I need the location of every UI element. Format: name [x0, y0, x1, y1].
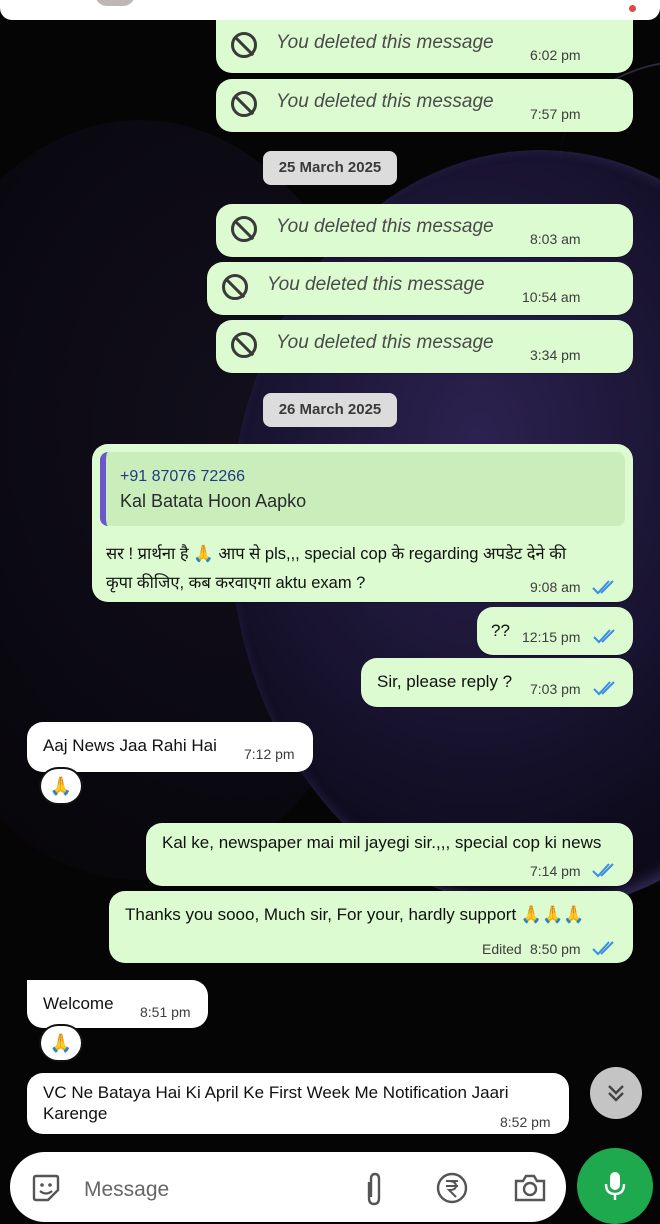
deleted-message-text: You deleted this message	[267, 274, 485, 295]
message-text: Kal ke, newspaper mai mil jayegi sir.,,,…	[162, 833, 602, 852]
deleted-message[interactable]: You deleted this message 10:54 am	[207, 262, 633, 315]
read-ticks-icon	[593, 680, 621, 696]
message-time: 8:03 am	[530, 231, 581, 247]
message-text-line: कृपा कीजिए, कब करवाएगा aktu exam ?	[106, 574, 366, 592]
read-ticks-icon	[592, 579, 620, 595]
message-time: 6:02 pm	[530, 47, 581, 63]
chat-header	[0, 0, 660, 20]
message-text: Welcome	[43, 994, 114, 1013]
outgoing-message[interactable]: Sir, please reply ? 7:03 pm	[361, 658, 633, 707]
message-time: 7:12 pm	[244, 746, 295, 762]
incoming-message[interactable]: Welcome 8:51 pm	[27, 980, 208, 1028]
blocked-icon	[231, 91, 257, 117]
quoted-text: Kal Batata Hoon Aapko	[120, 491, 307, 511]
edited-label: Edited	[482, 941, 522, 957]
deleted-message[interactable]: You deleted this message 8:03 am	[216, 204, 633, 257]
avatar[interactable]	[95, 0, 135, 6]
message-input[interactable]: Message	[84, 1178, 169, 1202]
message-time: 8:51 pm	[140, 1004, 191, 1020]
mic-icon	[603, 1170, 627, 1207]
camera-icon[interactable]	[513, 1172, 547, 1209]
read-ticks-icon	[593, 628, 621, 644]
reaction-badge[interactable]: 🙏	[41, 769, 81, 803]
outgoing-message[interactable]: Thanks you sooo, Much sir, For your, har…	[109, 891, 633, 963]
message-time: 7:03 pm	[530, 681, 581, 697]
message-time: 8:52 pm	[500, 1114, 551, 1130]
read-ticks-icon	[592, 862, 620, 878]
outgoing-message[interactable]: Kal ke, newspaper mai mil jayegi sir.,,,…	[146, 823, 633, 886]
date-separator: 26 March 2025	[263, 393, 397, 427]
deleted-message[interactable]: You deleted this message 3:34 pm	[216, 320, 633, 373]
message-text: Thanks you sooo, Much sir, For your, har…	[125, 905, 585, 924]
message-text-line: सर ! प्रार्थना है 🙏 आप से pls,,, special…	[106, 545, 567, 563]
message-text: Sir, please reply ?	[377, 672, 513, 691]
voice-message-button[interactable]	[577, 1148, 653, 1224]
paperclip-icon[interactable]	[360, 1172, 388, 1211]
rupee-icon[interactable]	[436, 1172, 468, 1209]
blocked-icon	[231, 216, 257, 242]
outgoing-reply-message[interactable]: +91 87076 72266 Kal Batata Hoon Aapko सर…	[92, 444, 633, 602]
incoming-message[interactable]: Aaj News Jaa Rahi Hai 7:12 pm	[27, 722, 313, 772]
blocked-icon	[231, 332, 257, 358]
message-time: 7:57 pm	[530, 106, 581, 122]
incoming-message[interactable]: VC Ne Bataya Hai Ki April Ke First Week …	[27, 1073, 569, 1134]
message-time: 7:14 pm	[530, 863, 581, 879]
date-separator: 25 March 2025	[263, 151, 397, 185]
message-time: 3:34 pm	[530, 347, 581, 363]
message-time: 10:54 am	[522, 289, 581, 305]
deleted-message-text: You deleted this message	[276, 91, 494, 112]
outgoing-message[interactable]: ?? 12:15 pm	[477, 607, 633, 655]
message-time: 12:15 pm	[522, 629, 581, 645]
message-time: 8:50 pm	[530, 941, 581, 957]
read-ticks-icon	[592, 940, 620, 956]
message-text: Aaj News Jaa Rahi Hai	[43, 736, 217, 755]
status-dot	[629, 5, 636, 12]
deleted-message-text: You deleted this message	[276, 216, 494, 237]
scroll-to-bottom-button[interactable]	[590, 1067, 642, 1119]
message-time: 9:08 am	[530, 579, 581, 595]
reaction-badge[interactable]: 🙏	[41, 1026, 81, 1060]
message-text: ??	[491, 621, 510, 640]
sticker-icon[interactable]	[30, 1172, 62, 1209]
blocked-icon	[231, 32, 257, 58]
quoted-message[interactable]: +91 87076 72266 Kal Batata Hoon Aapko	[100, 452, 625, 526]
double-chevron-down-icon	[604, 1081, 628, 1110]
deleted-message-text: You deleted this message	[276, 32, 494, 53]
deleted-message[interactable]: You deleted this message 7:57 pm	[216, 79, 633, 132]
message-composer[interactable]: Message	[10, 1152, 566, 1222]
blocked-icon	[222, 274, 248, 300]
message-text-line: VC Ne Bataya Hai Ki April Ke First Week …	[43, 1083, 509, 1102]
deleted-message[interactable]: You deleted this message 6:02 pm	[216, 20, 633, 73]
message-text-line: Karenge	[43, 1104, 108, 1123]
quoted-sender: +91 87076 72266	[120, 468, 246, 485]
deleted-message-text: You deleted this message	[276, 332, 494, 353]
